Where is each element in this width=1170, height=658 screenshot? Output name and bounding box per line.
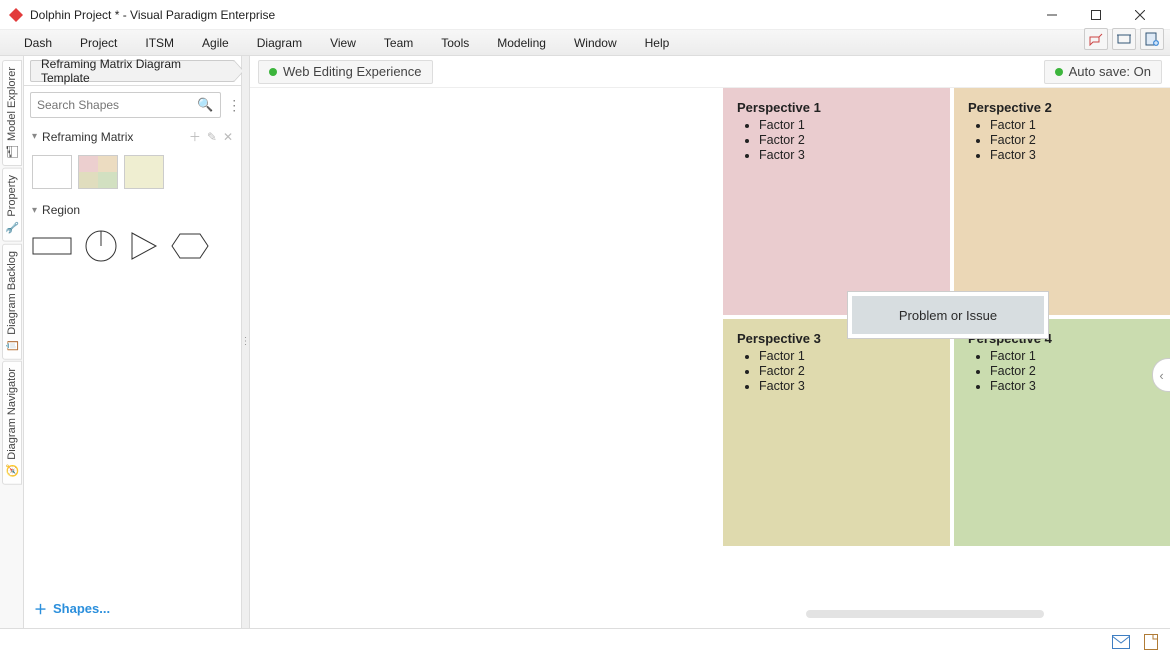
menu-tools[interactable]: Tools [427, 30, 483, 55]
search-input[interactable] [35, 97, 194, 113]
shape-split-circle[interactable] [84, 229, 118, 263]
note-icon[interactable] [1144, 634, 1158, 653]
factor-item: Factor 2 [990, 133, 1167, 147]
plus-icon: ＋ [34, 599, 47, 618]
factor-item: Factor 3 [759, 379, 936, 393]
quad-title: Perspective 1 [737, 100, 936, 115]
factor-item: Factor 3 [759, 148, 936, 162]
statusbar [0, 628, 1170, 658]
remove-icon[interactable]: ✕ [223, 130, 233, 144]
app-logo-icon [8, 7, 24, 23]
property-icon: 🔧 [5, 221, 19, 235]
window-title: Dolphin Project * - Visual Paradigm Ente… [30, 8, 1030, 22]
shapes-link-label: Shapes... [53, 601, 110, 616]
section-region[interactable]: ▾ Region [24, 199, 241, 221]
titlebar: Dolphin Project * - Visual Paradigm Ente… [0, 0, 1170, 30]
factor-list: Factor 1 Factor 2 Factor 3 [968, 349, 1167, 393]
side-tab-strip: 🗂 Model Explorer 🔧 Property 📋 Diagram Ba… [0, 56, 24, 628]
menu-diagram[interactable]: Diagram [243, 30, 316, 55]
menu-window[interactable]: Window [560, 30, 631, 55]
breadcrumb-label: Reframing Matrix Diagram Template [41, 57, 218, 85]
template-thumb-3[interactable] [124, 155, 164, 189]
menu-help[interactable]: Help [631, 30, 684, 55]
present-icon[interactable] [1112, 28, 1136, 50]
menu-modeling[interactable]: Modeling [483, 30, 560, 55]
menu-dash[interactable]: Dash [10, 30, 66, 55]
factor-item: Factor 1 [990, 349, 1167, 363]
factor-item: Factor 1 [990, 118, 1167, 132]
factor-item: Factor 3 [990, 379, 1167, 393]
side-tab-property[interactable]: 🔧 Property [2, 168, 22, 242]
status-dot-icon [269, 68, 277, 76]
caret-down-icon: ▾ [32, 205, 37, 216]
diagram-tab-label: Web Editing Experience [283, 64, 422, 79]
quad-perspective-2[interactable]: Perspective 2 Factor 1 Factor 2 Factor 3 [954, 88, 1170, 315]
factor-item: Factor 2 [759, 364, 936, 378]
side-tab-model-explorer[interactable]: 🗂 Model Explorer [2, 60, 22, 166]
template-thumb-1[interactable] [32, 155, 72, 189]
quad-perspective-1[interactable]: Perspective 1 Factor 1 Factor 2 Factor 3 [723, 88, 950, 315]
breadcrumb[interactable]: Reframing Matrix Diagram Template [30, 60, 235, 82]
side-tab-label: Diagram Navigator [6, 368, 18, 460]
feedback-icon[interactable] [1084, 28, 1108, 50]
factor-item: Factor 1 [759, 118, 936, 132]
quad-perspective-4[interactable]: Perspective 4 Factor 1 Factor 2 Factor 3 [954, 319, 1170, 546]
editor-area: Web Editing Experience Auto save: On Per… [250, 56, 1170, 628]
section-label: Reframing Matrix [42, 130, 133, 144]
reframing-matrix[interactable]: Perspective 1 Factor 1 Factor 2 Factor 3… [723, 88, 1170, 547]
factor-list: Factor 1 Factor 2 Factor 3 [968, 118, 1167, 162]
diagram-canvas[interactable]: Perspective 1 Factor 1 Factor 2 Factor 3… [250, 88, 1170, 628]
panel-splitter[interactable]: ⋮ [242, 56, 250, 628]
shape-rectangle[interactable] [32, 234, 72, 258]
section-label: Region [42, 203, 80, 217]
backlog-icon: 📋 [5, 338, 19, 352]
new-diagram-icon[interactable] [1140, 28, 1164, 50]
template-thumb-2[interactable] [78, 155, 118, 189]
quad-title: Perspective 2 [968, 100, 1167, 115]
side-tab-label: Diagram Backlog [6, 251, 18, 335]
factor-list: Factor 1 Factor 2 Factor 3 [737, 118, 936, 162]
menu-view[interactable]: View [316, 30, 370, 55]
shape-triangle[interactable] [130, 231, 158, 261]
side-tab-label: Property [6, 175, 18, 217]
close-button[interactable] [1118, 1, 1162, 29]
shape-hexagon[interactable] [170, 232, 210, 260]
search-icon[interactable]: 🔍 [194, 97, 216, 113]
autosave-indicator[interactable]: Auto save: On [1044, 60, 1162, 84]
factor-item: Factor 1 [759, 349, 936, 363]
factor-item: Factor 2 [990, 364, 1167, 378]
caret-down-icon: ▾ [32, 131, 37, 142]
side-tab-diagram-backlog[interactable]: 📋 Diagram Backlog [2, 244, 22, 360]
status-dot-icon [1055, 68, 1063, 76]
panel-menu-icon[interactable]: ⋮ [227, 97, 240, 114]
menu-project[interactable]: Project [66, 30, 131, 55]
navigator-icon: 🧭 [5, 464, 19, 478]
menu-agile[interactable]: Agile [188, 30, 243, 55]
minimize-button[interactable] [1030, 1, 1074, 29]
autosave-label: Auto save: On [1069, 64, 1151, 79]
model-explorer-icon: 🗂 [5, 145, 19, 159]
side-tab-label: Model Explorer [6, 67, 18, 141]
section-reframing-matrix[interactable]: ▾ Reframing Matrix ＋ ✎ ✕ [24, 124, 241, 149]
factor-list: Factor 1 Factor 2 Factor 3 [737, 349, 936, 393]
shapes-link[interactable]: ＋ Shapes... [24, 589, 241, 628]
center-label: Problem or Issue [899, 308, 997, 323]
diagram-tab[interactable]: Web Editing Experience [258, 60, 433, 84]
add-icon[interactable]: ＋ [189, 128, 201, 145]
shapes-panel: Reframing Matrix Diagram Template 🔍 ⋮ ▾ … [24, 56, 242, 628]
factor-item: Factor 3 [990, 148, 1167, 162]
menubar: Dash Project ITSM Agile Diagram View Tea… [0, 30, 1170, 56]
center-problem-box[interactable]: Problem or Issue [848, 292, 1048, 338]
maximize-button[interactable] [1074, 1, 1118, 29]
mail-icon[interactable] [1112, 635, 1130, 652]
horizontal-scrollbar[interactable] [806, 610, 1044, 618]
menu-team[interactable]: Team [370, 30, 427, 55]
search-shapes[interactable]: 🔍 [30, 92, 221, 118]
quad-perspective-3[interactable]: Perspective 3 Factor 1 Factor 2 Factor 3 [723, 319, 950, 546]
menu-itsm[interactable]: ITSM [131, 30, 188, 55]
factor-item: Factor 2 [759, 133, 936, 147]
edit-icon[interactable]: ✎ [207, 130, 217, 144]
side-tab-diagram-navigator[interactable]: 🧭 Diagram Navigator [2, 361, 22, 485]
